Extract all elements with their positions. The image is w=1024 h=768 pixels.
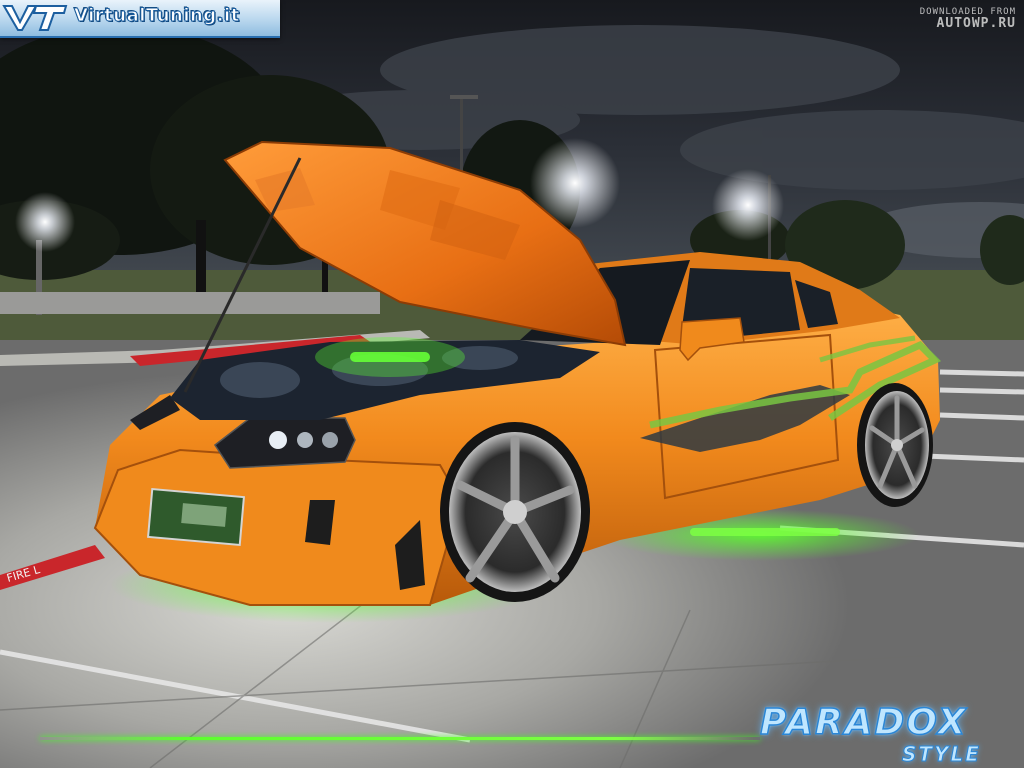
- rear-wheel: [857, 383, 933, 507]
- vt-logo-icon: [2, 5, 68, 31]
- artist-signature: PARADOX STYLE: [752, 700, 1022, 768]
- source-watermark: DOWNLOADED FROM AUTOWP.RU: [856, 8, 1016, 31]
- photo-scene: FIRE L: [0, 0, 1024, 768]
- front-wheel: [440, 422, 590, 602]
- artist-name: PARADOX: [759, 701, 968, 744]
- source-line-2: AUTOWP.RU: [936, 16, 1016, 31]
- neon-green-line: [40, 737, 760, 740]
- artist-style-text: STYLE: [902, 742, 981, 767]
- brand-text: VirtualTuning.it: [74, 5, 240, 27]
- virtualtuning-banner: VirtualTuning.it: [0, 0, 280, 38]
